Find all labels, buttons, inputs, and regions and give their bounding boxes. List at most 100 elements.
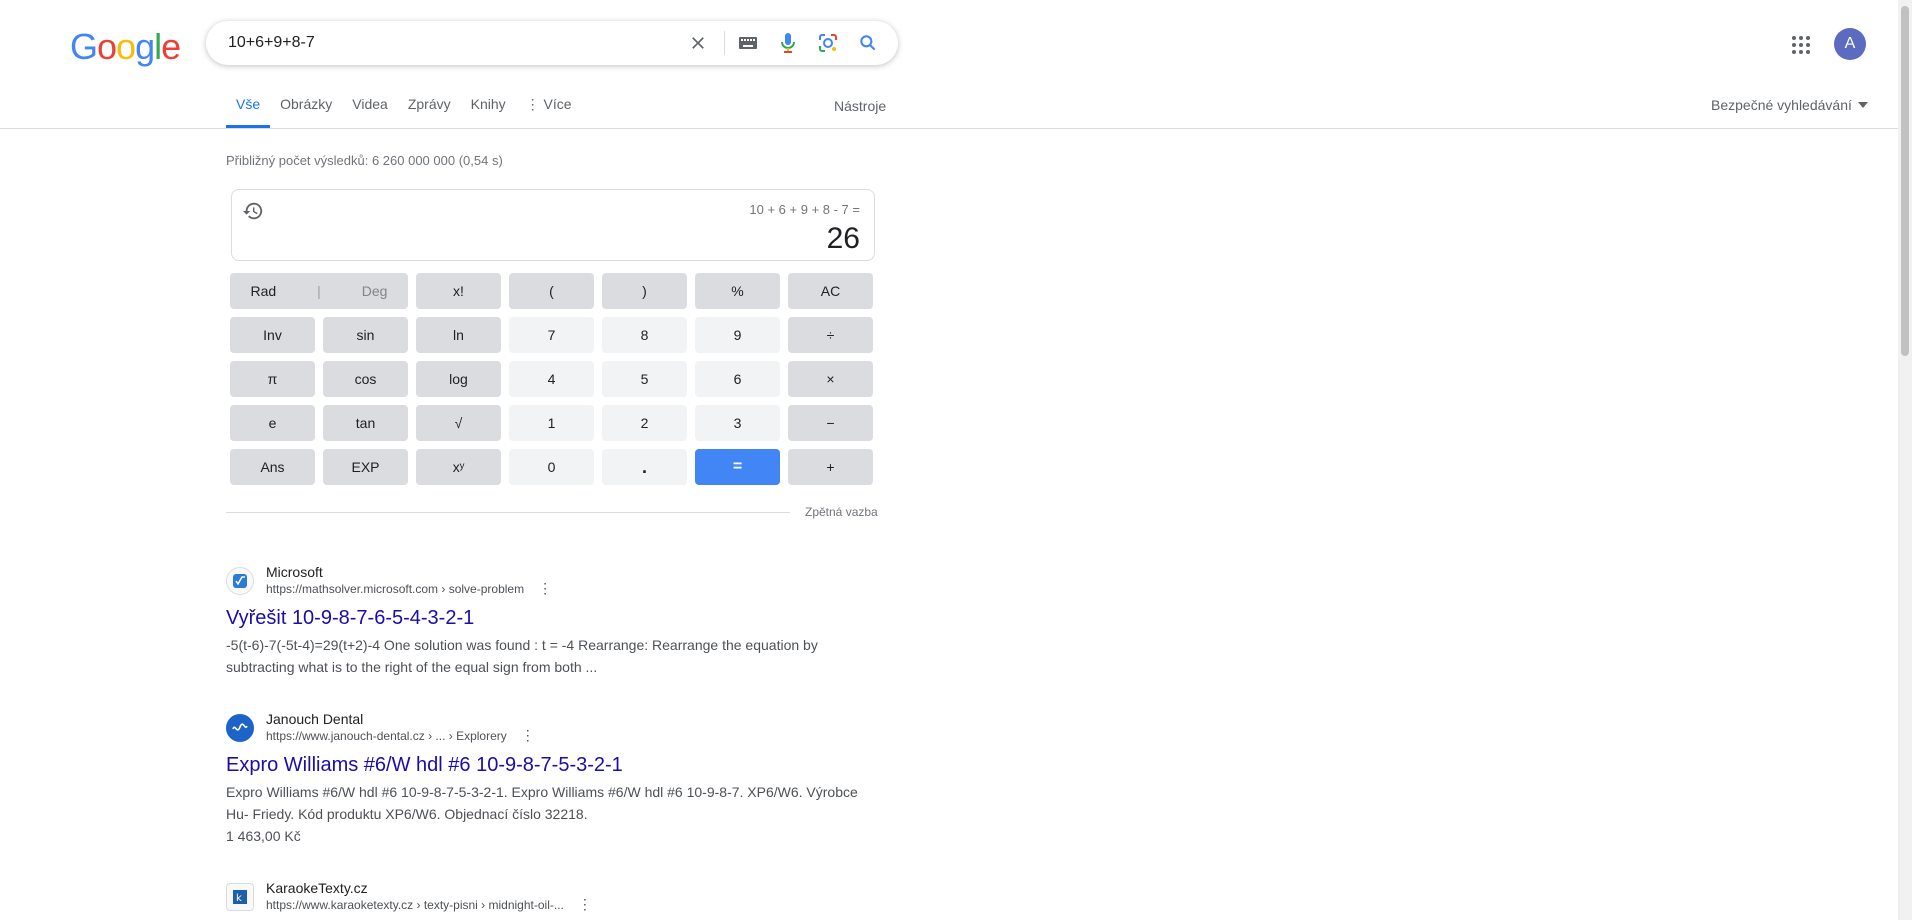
percent-key[interactable]: % [695,273,780,309]
equals-key[interactable]: = [695,449,780,485]
digit-4-key[interactable]: 4 [509,361,594,397]
power-key[interactable]: xʸ [416,449,501,485]
sqrt-key[interactable]: √ [416,405,501,441]
keyboard-icon[interactable] [736,31,760,55]
clear-icon[interactable] [686,31,710,55]
search-result: Microsoft https://mathsolver.microsoft.c… [226,564,866,678]
tan-key[interactable]: tan [323,405,408,441]
deg-label: Deg [361,283,388,299]
result-url: https://www.janouch-dental.cz › ... › Ex… [266,728,507,743]
ans-key[interactable]: Ans [230,449,315,485]
header-divider [0,128,1898,129]
logo-letter: G [70,26,98,67]
safe-search-label: Bezpečné vyhledávání [1711,97,1852,113]
e-key[interactable]: e [230,405,315,441]
log-key[interactable]: log [416,361,501,397]
result-url-row: https://www.janouch-dental.cz › ... › Ex… [266,727,535,744]
result-stats: Přibližný počet výsledků: 6 260 000 000 … [226,153,503,168]
result-url: https://mathsolver.microsoft.com › solve… [266,581,525,596]
clear-all-key[interactable]: AC [788,273,873,309]
result-site-name: KaraokeTexty.cz [266,880,368,896]
tab-news[interactable]: Zprávy [398,96,461,128]
digit-0-key[interactable]: 0 [509,449,594,485]
rad-label: Rad [250,283,277,299]
google-logo[interactable]: Google [70,26,181,68]
search-separator [724,31,725,55]
feedback-divider [226,512,790,513]
cos-key[interactable]: cos [323,361,408,397]
sin-key[interactable]: sin [323,317,408,353]
result-price: 1 463,00 Kč [226,828,301,844]
janouch-dental-favicon [226,713,254,742]
digit-3-key[interactable]: 3 [695,405,780,441]
digit-2-key[interactable]: 2 [602,405,687,441]
history-icon[interactable] [242,200,264,222]
tab-images[interactable]: Obrázky [270,96,342,128]
result-source[interactable]: Janouch Dental https://www.janouch-denta… [226,711,866,744]
minus-key[interactable]: − [788,405,873,441]
plus-key[interactable]: + [788,449,873,485]
result-snippet: -5(t-6)-7(-5t-4)=29(t+2)-4 One solution … [226,637,818,675]
rad-deg-separator: | [317,283,321,299]
svg-text:k: k [236,893,242,904]
search-tabs: Vše Obrázky Videa Zprávy Knihy ⋮ Více [226,96,582,128]
rad-deg-toggle[interactable]: Rad | Deg [230,273,408,309]
microsoft-math-favicon [226,566,254,595]
result-url-row: https://mathsolver.microsoft.com › solve… [266,580,552,597]
microphone-icon[interactable] [776,31,800,55]
open-paren-key[interactable]: ( [509,273,594,309]
tab-books[interactable]: Knihy [461,96,516,128]
scrollbar-thumb[interactable] [1901,6,1909,356]
result-source[interactable]: k KaraokeTexty.cz https://www.karaoketex… [226,880,866,913]
logo-letter: o [97,26,117,67]
result-site-name: Janouch Dental [266,711,364,727]
safe-search-button[interactable]: Bezpečné vyhledávání [1711,97,1868,113]
close-paren-key[interactable]: ) [602,273,687,309]
exp-key[interactable]: EXP [323,449,408,485]
feedback-link[interactable]: Zpětná vazba [805,505,878,519]
calculator-expression: 10 + 6 + 9 + 8 - 7 = [749,202,860,217]
tab-videos[interactable]: Videa [342,96,398,128]
digit-1-key[interactable]: 1 [509,405,594,441]
search-box[interactable]: 10+6+9+8-7 [206,21,898,65]
pi-key[interactable]: π [230,361,315,397]
more-options-icon[interactable]: ⋮ [521,727,535,744]
search-result: Janouch Dental https://www.janouch-denta… [226,711,866,847]
logo-letter: l [154,26,162,67]
result-title[interactable]: Vyřešit 10-9-8-7-6-5-4-3-2-1 [226,607,866,630]
logo-letter: o [116,26,136,67]
more-options-icon[interactable]: ⋮ [578,896,592,913]
digit-9-key[interactable]: 9 [695,317,780,353]
result-url-row: https://www.karaoketexty.cz › texty-pisn… [266,896,592,913]
factorial-key[interactable]: x! [416,273,501,309]
tab-all[interactable]: Vše [226,96,271,128]
logo-letter: e [161,26,181,67]
ln-key[interactable]: ln [416,317,501,353]
result-source[interactable]: Microsoft https://mathsolver.microsoft.c… [226,564,866,597]
karaoketexty-favicon: k [226,882,254,911]
inv-key[interactable]: Inv [230,317,315,353]
more-options-icon[interactable]: ⋮ [538,580,552,597]
calculator-display: 10 + 6 + 9 + 8 - 7 = 26 [231,189,875,261]
decimal-key[interactable]: . [602,449,687,485]
tools-button[interactable]: Nástroje [834,98,886,114]
avatar[interactable]: A [1834,28,1866,60]
result-title[interactable]: Expro Williams #6/W hdl #6 10-9-8-7-5-3-… [226,754,866,777]
calculator-result: 26 [826,222,860,255]
digit-5-key[interactable]: 5 [602,361,687,397]
search-result: k KaraokeTexty.cz https://www.karaoketex… [226,880,866,913]
result-snippet: Expro Williams #6/W hdl #6 10-9-8-7-5-3-… [226,784,858,822]
logo-letter: g [135,26,155,67]
digit-6-key[interactable]: 6 [695,361,780,397]
search-input[interactable]: 10+6+9+8-7 [228,34,315,52]
digit-8-key[interactable]: 8 [602,317,687,353]
digit-7-key[interactable]: 7 [509,317,594,353]
apps-grid-icon[interactable] [1789,33,1813,57]
calculator-keypad: Rad | Deg x! ( ) % AC Inv sin ln 7 8 9 ÷… [230,273,873,485]
divide-key[interactable]: ÷ [788,317,873,353]
camera-lens-icon[interactable] [816,31,840,55]
result-site-name: Microsoft [266,564,323,580]
tab-more[interactable]: ⋮ Více [516,96,582,128]
multiply-key[interactable]: × [788,361,873,397]
search-icon[interactable] [856,31,880,55]
